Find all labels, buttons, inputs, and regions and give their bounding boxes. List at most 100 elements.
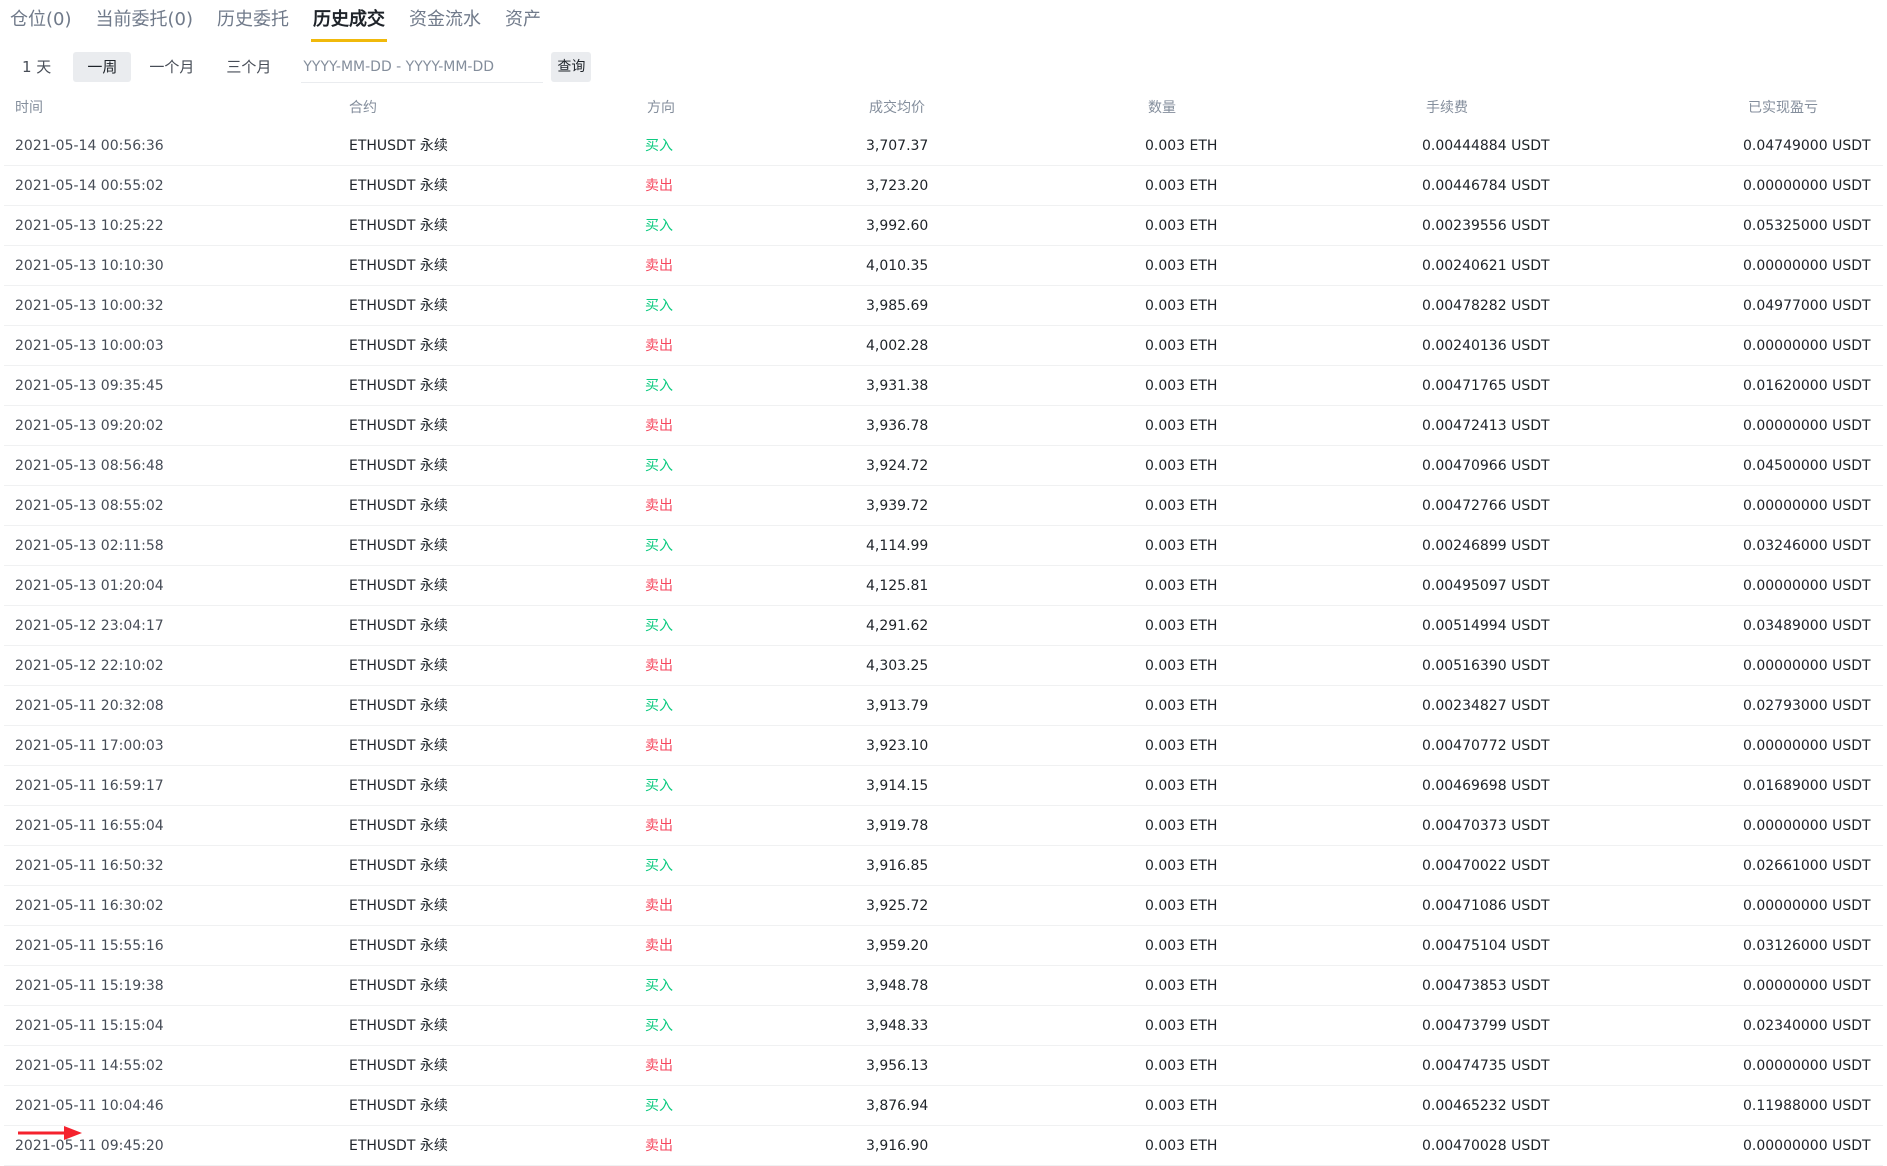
cell-pnl: 0.00000000 USDT	[1743, 258, 1871, 274]
cell-time: 2021-05-13 10:00:32	[15, 298, 164, 314]
cell-side: 卖出	[645, 338, 673, 354]
query-button[interactable]: 查询	[551, 52, 592, 82]
cell-price: 4,125.81	[866, 578, 929, 594]
cell-side: 卖出	[645, 738, 673, 754]
cell-pnl: 0.00000000 USDT	[1743, 978, 1871, 994]
cell-fee: 0.00470772 USDT	[1422, 738, 1550, 754]
cell-pnl: 0.04749000 USDT	[1743, 138, 1871, 154]
table-row: 2021-05-11 09:45:20 ETHUSDT 永续 卖出 3,916.90 0…	[4, 1126, 1883, 1166]
cell-fee: 0.00469698 USDT	[1422, 778, 1550, 794]
cell-time: 2021-05-11 15:55:16	[15, 938, 164, 954]
date-range-input[interactable]	[301, 51, 544, 83]
cell-pnl: 0.00000000 USDT	[1743, 178, 1871, 194]
cell-qty: 0.003 ETH	[1145, 258, 1218, 274]
cell-pnl: 0.00000000 USDT	[1743, 418, 1871, 434]
cell-symbol: ETHUSDT 永续	[349, 978, 448, 994]
cell-qty: 0.003 ETH	[1145, 778, 1218, 794]
period-1m-button[interactable]: 一个月	[135, 52, 208, 82]
cell-fee: 0.00234827 USDT	[1422, 698, 1550, 714]
tab-trade-history[interactable]: 历史成交	[311, 0, 387, 42]
cell-qty: 0.003 ETH	[1145, 138, 1218, 154]
cell-symbol: ETHUSDT 永续	[349, 858, 448, 874]
cell-price: 3,956.13	[866, 1058, 929, 1074]
cell-qty: 0.003 ETH	[1145, 538, 1218, 554]
cell-symbol: ETHUSDT 永续	[349, 1138, 448, 1154]
table-row: 2021-05-11 14:55:02 ETHUSDT 永续 卖出 3,956.13 0…	[4, 1046, 1883, 1086]
cell-side: 卖出	[645, 258, 673, 274]
cell-fee: 0.00246899 USDT	[1422, 538, 1550, 554]
table-row: 2021-05-13 09:20:02 ETHUSDT 永续 卖出 3,936.78 0…	[4, 406, 1883, 446]
period-3m-button[interactable]: 三个月	[212, 52, 285, 82]
cell-symbol: ETHUSDT 永续	[349, 138, 448, 154]
cell-fee: 0.00473799 USDT	[1422, 1018, 1550, 1034]
cell-fee: 0.00514994 USDT	[1422, 618, 1550, 634]
cell-price: 3,916.85	[866, 858, 929, 874]
header-price: 成交均价	[869, 100, 925, 116]
cell-fee: 0.00444884 USDT	[1422, 138, 1550, 154]
cell-side: 卖出	[645, 658, 673, 674]
table-row: 2021-05-13 10:10:30 ETHUSDT 永续 卖出 4,010.35 0…	[4, 246, 1883, 286]
trade-table-body: 2021-05-14 00:56:36 ETHUSDT 永续 买入 3,707.37 0…	[0, 126, 1887, 1166]
table-row: 2021-05-11 16:30:02 ETHUSDT 永续 卖出 3,925.72 0…	[4, 886, 1883, 926]
cell-time: 2021-05-13 10:00:03	[15, 338, 164, 354]
cell-symbol: ETHUSDT 永续	[349, 338, 448, 354]
cell-symbol: ETHUSDT 永续	[349, 778, 448, 794]
cell-side: 买入	[645, 698, 673, 714]
cell-qty: 0.003 ETH	[1145, 978, 1218, 994]
cell-qty: 0.003 ETH	[1145, 458, 1218, 474]
cell-symbol: ETHUSDT 永续	[349, 498, 448, 514]
cell-price: 4,291.62	[866, 618, 929, 634]
cell-time: 2021-05-13 10:10:30	[15, 258, 164, 274]
cell-price: 3,939.72	[866, 498, 929, 514]
cell-price: 3,914.15	[866, 778, 929, 794]
cell-time: 2021-05-11 09:45:20	[15, 1138, 164, 1154]
cell-time: 2021-05-11 20:32:08	[15, 698, 164, 714]
tab-assets[interactable]: 资产	[503, 0, 543, 38]
cell-symbol: ETHUSDT 永续	[349, 698, 448, 714]
cell-time: 2021-05-12 22:10:02	[15, 658, 164, 674]
cell-symbol: ETHUSDT 永续	[349, 1058, 448, 1074]
table-row: 2021-05-11 16:59:17 ETHUSDT 永续 买入 3,914.15 0…	[4, 766, 1883, 806]
tab-positions[interactable]: 仓位(0)	[8, 0, 74, 38]
cell-side: 买入	[645, 778, 673, 794]
cell-time: 2021-05-11 16:59:17	[15, 778, 164, 794]
cell-price: 3,913.79	[866, 698, 929, 714]
cell-qty: 0.003 ETH	[1145, 618, 1218, 634]
period-1w-button[interactable]: 一周	[73, 52, 132, 82]
cell-time: 2021-05-14 00:56:36	[15, 138, 164, 154]
table-row: 2021-05-11 17:00:03 ETHUSDT 永续 卖出 3,923.10 0…	[4, 726, 1883, 766]
period-1d-button[interactable]: 1 天	[8, 52, 65, 82]
cell-time: 2021-05-11 15:15:04	[15, 1018, 164, 1034]
cell-time: 2021-05-11 10:04:46	[15, 1098, 164, 1114]
cell-symbol: ETHUSDT 永续	[349, 658, 448, 674]
cell-symbol: ETHUSDT 永续	[349, 298, 448, 314]
cell-fee: 0.00470373 USDT	[1422, 818, 1550, 834]
cell-side: 买入	[645, 138, 673, 154]
cell-price: 3,925.72	[866, 898, 929, 914]
cell-pnl: 0.00000000 USDT	[1743, 338, 1871, 354]
cell-qty: 0.003 ETH	[1145, 1058, 1218, 1074]
cell-side: 卖出	[645, 818, 673, 834]
tab-order-history[interactable]: 历史委托	[215, 0, 291, 38]
table-row: 2021-05-11 15:15:04 ETHUSDT 永续 买入 3,948.33 0…	[4, 1006, 1883, 1046]
cell-time: 2021-05-13 09:20:02	[15, 418, 164, 434]
cell-time: 2021-05-13 08:55:02	[15, 498, 164, 514]
cell-price: 4,303.25	[866, 658, 929, 674]
header-pnl: 已实现盈亏	[1748, 100, 1818, 116]
cell-pnl: 0.05325000 USDT	[1743, 218, 1871, 234]
cell-side: 卖出	[645, 418, 673, 434]
tab-transaction-history[interactable]: 资金流水	[407, 0, 483, 38]
cell-price: 4,002.28	[866, 338, 929, 354]
cell-price: 3,707.37	[866, 138, 929, 154]
cell-price: 3,992.60	[866, 218, 929, 234]
cell-price: 3,723.20	[866, 178, 929, 194]
cell-time: 2021-05-11 15:19:38	[15, 978, 164, 994]
table-row: 2021-05-12 23:04:17 ETHUSDT 永续 买入 4,291.62 0…	[4, 606, 1883, 646]
cell-qty: 0.003 ETH	[1145, 738, 1218, 754]
cell-time: 2021-05-11 14:55:02	[15, 1058, 164, 1074]
cell-fee: 0.00239556 USDT	[1422, 218, 1550, 234]
cell-fee: 0.00471086 USDT	[1422, 898, 1550, 914]
cell-fee: 0.00465232 USDT	[1422, 1098, 1550, 1114]
tab-open-orders[interactable]: 当前委托(0)	[94, 0, 196, 38]
cell-time: 2021-05-14 00:55:02	[15, 178, 164, 194]
